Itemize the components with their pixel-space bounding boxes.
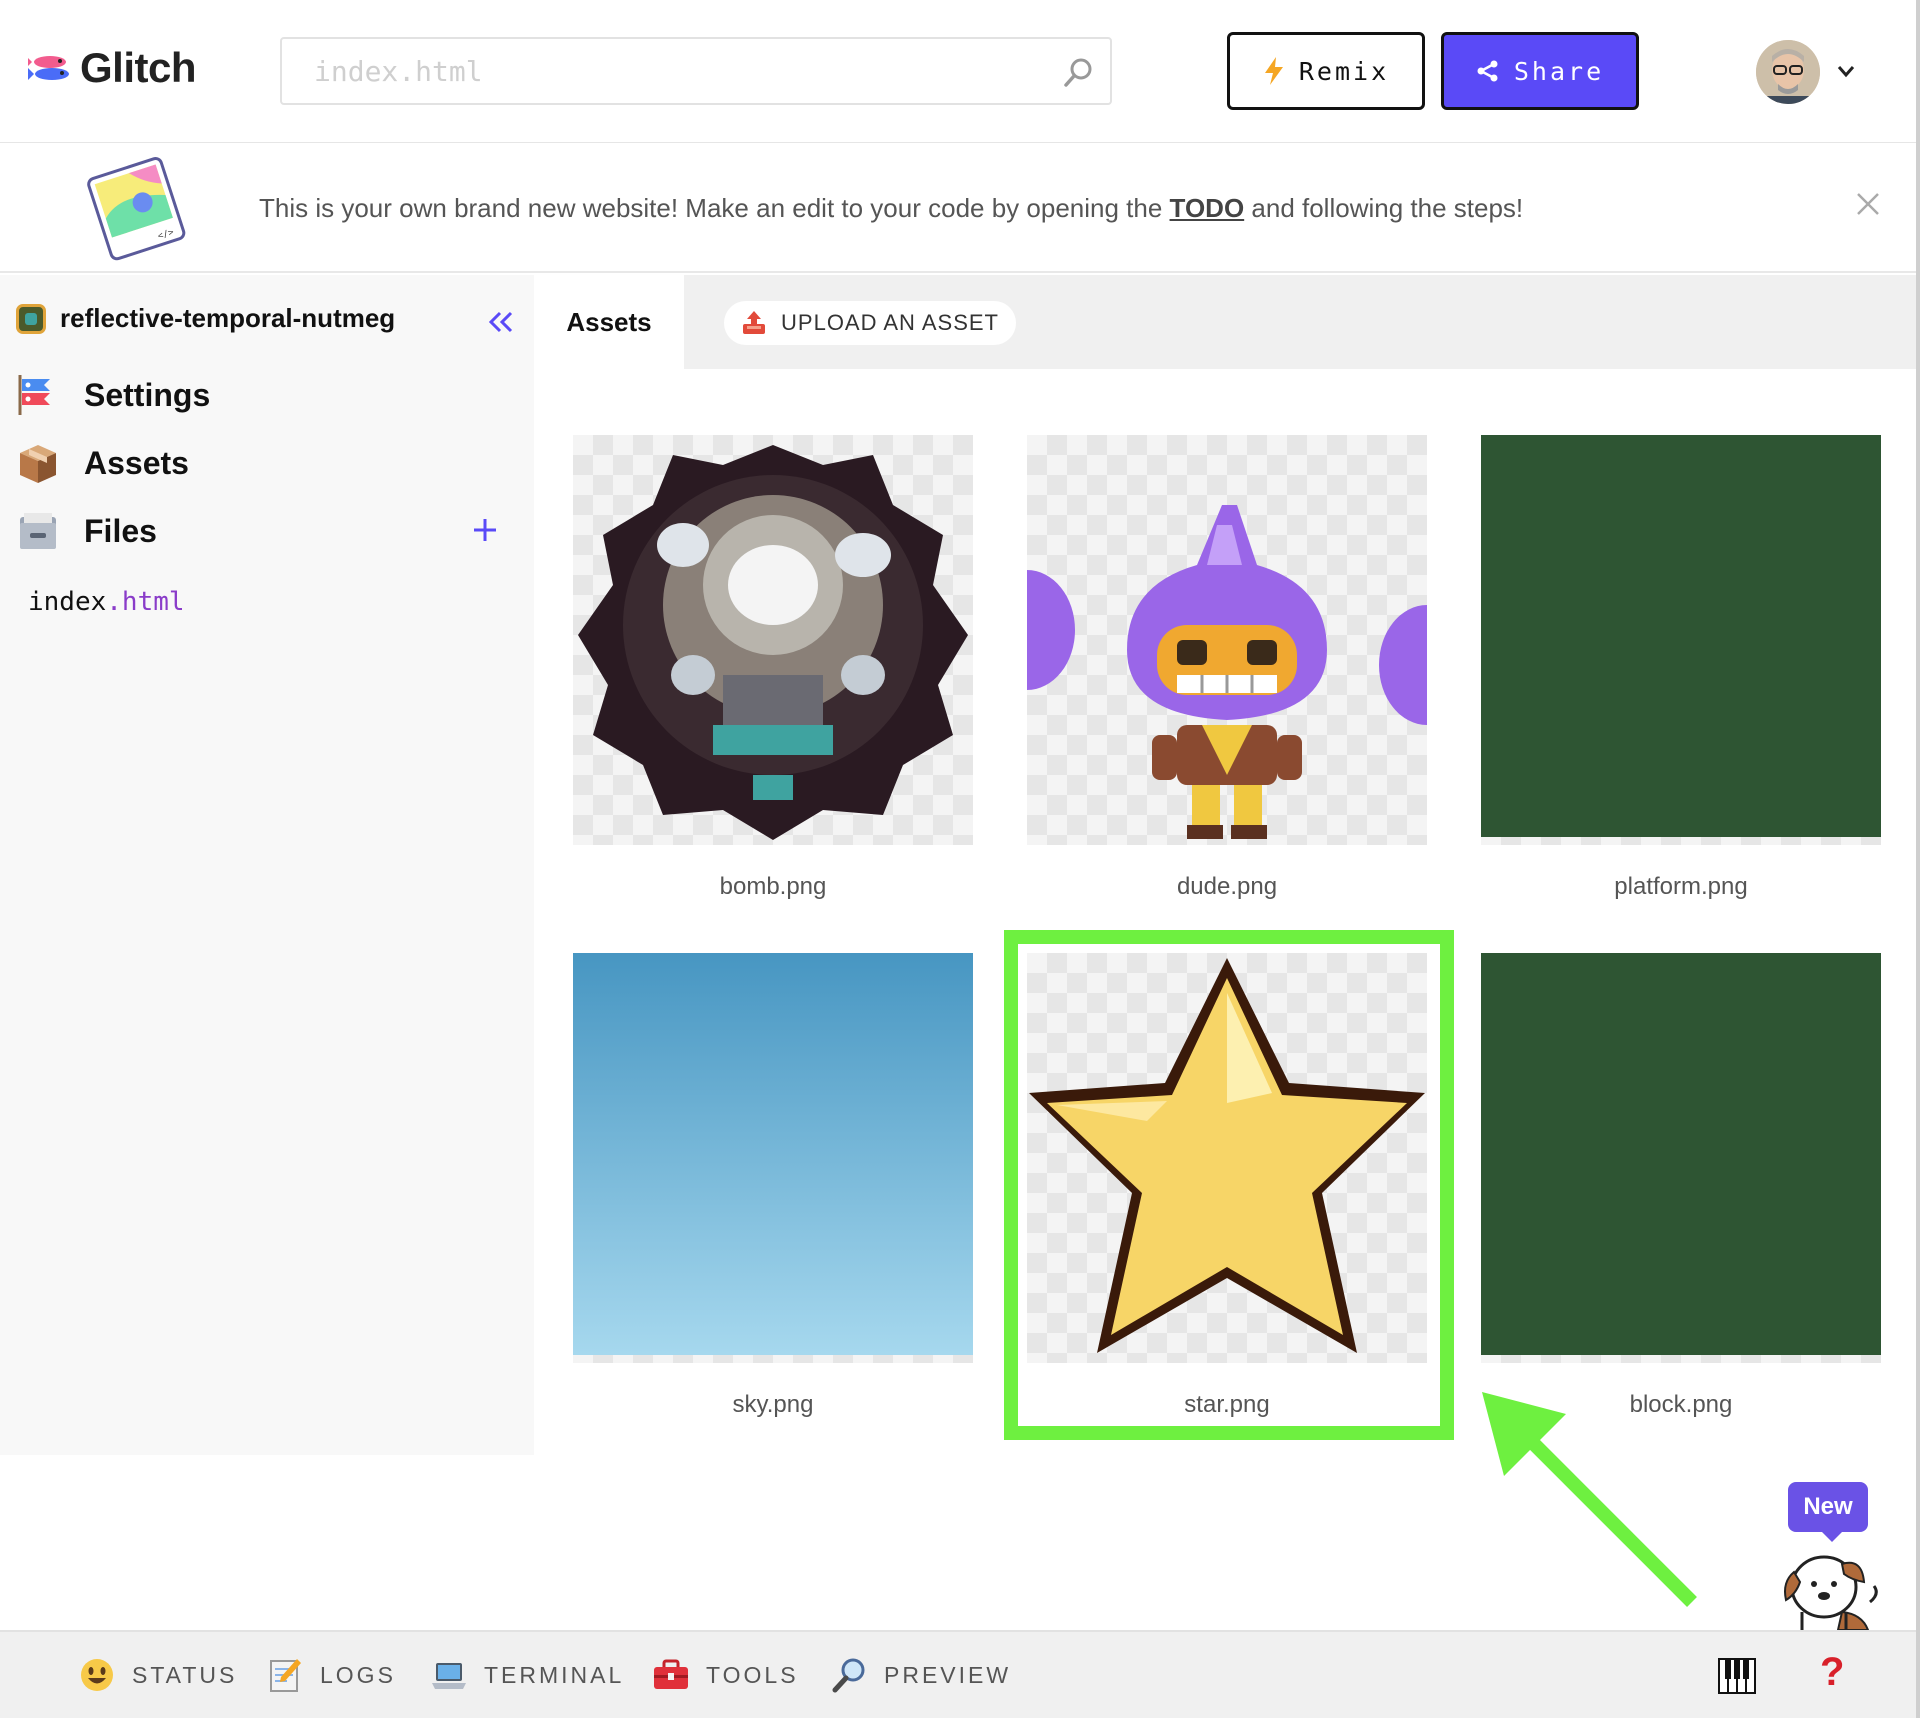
project-header[interactable]: reflective-temporal-nutmeg: [16, 303, 395, 334]
brand-name: Glitch: [80, 44, 197, 91]
website-illustration-icon: </>: [87, 157, 186, 261]
preview-button[interactable]: PREVIEW: [830, 1656, 1011, 1694]
asset-thumbnail[interactable]: [1027, 953, 1427, 1363]
add-file-icon[interactable]: [470, 515, 500, 545]
asset-name: sky.png: [732, 1391, 814, 1418]
new-badge[interactable]: New: [1788, 1482, 1868, 1542]
asset-thumbnail[interactable]: [573, 953, 973, 1363]
asset-card[interactable]: star.png: [1027, 953, 1427, 1418]
arrow-annotation-icon: [1482, 1392, 1697, 1607]
chevron-down-icon[interactable]: [1833, 58, 1859, 84]
glitch-fish-icon: [28, 56, 69, 80]
share-label: Share: [1513, 56, 1605, 86]
share-button[interactable]: Share: [1441, 32, 1639, 110]
assets-tabbar: Assets UPLOAD AN ASSET: [534, 275, 1920, 369]
sidebar-item-label: Assets: [84, 444, 189, 481]
search-input[interactable]: [282, 39, 1110, 103]
welcome-banner: </> This is your own brand new website! …: [0, 143, 1920, 273]
bottom-toolbar: STATUS LOGS TERMINAL TOOLS PREVIEW ?: [0, 1630, 1920, 1718]
asset-card[interactable]: platform.png: [1481, 435, 1881, 900]
file-cabinet-icon: [16, 509, 60, 553]
banner-text-start: This is your own brand new website! Make…: [259, 193, 1170, 223]
glitch-logo[interactable]: Glitch: [28, 44, 197, 92]
star-image: [1029, 958, 1425, 1353]
sidebar-item-settings[interactable]: Settings: [16, 373, 210, 417]
lightning-icon: [1264, 57, 1283, 85]
share-icon: [1477, 60, 1498, 82]
asset-thumbnail[interactable]: [1481, 435, 1881, 845]
top-header: Glitch Remix Share: [0, 0, 1920, 143]
tools-label: TOOLS: [706, 1661, 799, 1688]
sidebar-item-label: Files: [84, 512, 157, 549]
collapse-sidebar-icon[interactable]: [484, 305, 518, 339]
asset-name: dude.png: [1176, 873, 1278, 900]
toolbox-icon: [652, 1656, 690, 1694]
platform-image: [1481, 435, 1881, 837]
package-icon: [16, 441, 60, 485]
bomb-image: [578, 445, 968, 840]
project-sidebar: reflective-temporal-nutmeg Settings Asse…: [0, 275, 534, 1455]
upload-icon: [743, 311, 766, 334]
smiley-icon: [78, 1656, 116, 1694]
close-icon[interactable]: [1852, 188, 1884, 220]
banner-text-end: and following the steps!: [1244, 193, 1524, 223]
file-name: index: [28, 587, 107, 617]
asset-name: bomb.png: [719, 873, 827, 900]
laptop-icon: [430, 1656, 468, 1694]
file-item-index-html[interactable]: index.html: [28, 587, 185, 617]
sidebar-item-label: Settings: [84, 376, 211, 413]
sky-image: [573, 953, 973, 1355]
project-avatar-icon: [16, 303, 46, 334]
window-edge: [1916, 0, 1920, 1718]
upload-label: UPLOAD AN ASSET: [781, 310, 999, 335]
dog-mascot-icon[interactable]: [1772, 1542, 1882, 1630]
block-image: [1481, 953, 1881, 1355]
asset-thumbnail[interactable]: [573, 435, 973, 845]
todo-link[interactable]: TODO: [1170, 193, 1245, 223]
status-button[interactable]: STATUS: [78, 1656, 237, 1694]
koinobori-icon: [16, 373, 60, 417]
dude-image: [1027, 505, 1427, 839]
upload-asset-button[interactable]: UPLOAD AN ASSET: [724, 301, 1016, 345]
asset-card[interactable]: bomb.png: [573, 435, 973, 900]
project-name[interactable]: reflective-temporal-nutmeg: [60, 303, 395, 334]
tab-assets[interactable]: Assets: [534, 275, 684, 369]
magnifier-icon: [830, 1656, 868, 1694]
logs-label: LOGS: [320, 1661, 396, 1688]
search-icon[interactable]: [1062, 55, 1096, 89]
asset-name: star.png: [1184, 1391, 1270, 1418]
asset-thumbnail[interactable]: [1481, 953, 1881, 1363]
avatar-portrait: [1756, 40, 1820, 104]
asset-thumbnail[interactable]: [1027, 435, 1427, 845]
asset-card[interactable]: sky.png: [573, 953, 973, 1418]
help-button[interactable]: ?: [1820, 1650, 1844, 1695]
banner-message: This is your own brand new website! Make…: [259, 193, 1523, 224]
memo-icon: [266, 1656, 304, 1694]
piano-keyboard-icon[interactable]: [1718, 1658, 1756, 1694]
user-avatar[interactable]: [1756, 40, 1820, 104]
asset-name: platform.png: [1614, 873, 1748, 900]
terminal-label: TERMINAL: [484, 1661, 625, 1688]
remix-button[interactable]: Remix: [1227, 32, 1425, 110]
file-search[interactable]: [280, 37, 1112, 105]
file-extension: .html: [106, 587, 185, 617]
remix-label: Remix: [1298, 56, 1390, 86]
tools-button[interactable]: TOOLS: [652, 1656, 799, 1694]
terminal-button[interactable]: TERMINAL: [430, 1656, 624, 1694]
preview-label: PREVIEW: [884, 1661, 1012, 1688]
sidebar-item-files[interactable]: Files: [16, 509, 157, 553]
asset-card[interactable]: dude.png: [1027, 435, 1427, 900]
asset-card[interactable]: block.png: [1481, 953, 1881, 1418]
sidebar-item-assets[interactable]: Assets: [16, 441, 189, 485]
status-label: STATUS: [132, 1661, 238, 1688]
logs-button[interactable]: LOGS: [266, 1656, 396, 1694]
